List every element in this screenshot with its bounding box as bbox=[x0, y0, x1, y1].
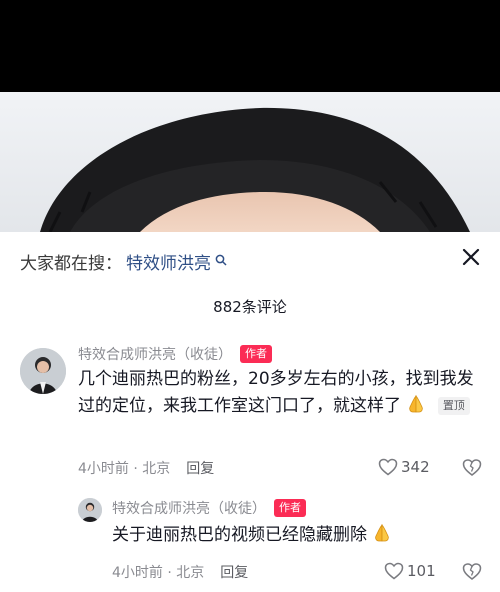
broken-heart-icon[interactable] bbox=[462, 562, 482, 582]
like-button[interactable]: 101 bbox=[384, 562, 436, 580]
like-count: 342 bbox=[401, 458, 430, 476]
video-player[interactable] bbox=[0, 0, 500, 232]
comment-item: 特效合成师洪亮（收徒） 作者 几个迪丽热巴的粉丝，20多岁左右的小孩，找到我发过… bbox=[0, 344, 500, 484]
comment-time-location: 4小时前 · 北京 bbox=[112, 565, 205, 581]
comment-username[interactable]: 特效合成师洪亮（收徒） bbox=[78, 344, 232, 364]
avatar[interactable] bbox=[78, 498, 102, 522]
comments-sheet: 大家都在搜： 特效师洪亮 882条评论 特效合成师洪亮（收徒） 作者 几个迪丽热… bbox=[0, 232, 500, 592]
comment-body: 关于迪丽热巴的视频已经隐藏删除 bbox=[112, 525, 367, 545]
comment-reply-item: 特效合成师洪亮（收徒） 作者 关于迪丽热巴的视频已经隐藏删除 4小时前 · 北京… bbox=[0, 496, 500, 586]
pinned-badge: 置顶 bbox=[437, 397, 470, 415]
search-icon bbox=[215, 251, 227, 266]
comment-count: 882条评论 bbox=[213, 298, 287, 316]
username-row: 特效合成师洪亮（收徒） 作者 bbox=[78, 344, 272, 364]
comment-text: 几个迪丽热巴的粉丝，20多岁左右的小孩，找到我发过的定位，来我工作室这门口了，就… bbox=[78, 366, 480, 420]
reply-button[interactable]: 回复 bbox=[220, 562, 248, 582]
like-count: 101 bbox=[407, 562, 436, 580]
author-badge: 作者 bbox=[274, 499, 306, 517]
folded-hands-emoji-icon bbox=[372, 523, 392, 543]
comment-text: 关于迪丽热巴的视频已经隐藏删除 bbox=[112, 522, 482, 549]
comment-time-location: 4小时前 · 北京 bbox=[78, 461, 171, 477]
folded-hands-emoji-icon bbox=[406, 394, 426, 414]
comment-meta: 4小时前 · 北京 回复 bbox=[78, 458, 214, 478]
broken-heart-icon[interactable] bbox=[462, 458, 482, 478]
comment-meta: 4小时前 · 北京 回复 bbox=[112, 562, 248, 582]
hair-image bbox=[0, 92, 500, 232]
search-term-link[interactable]: 特效师洪亮 bbox=[126, 249, 211, 274]
username-row: 特效合成师洪亮（收徒） 作者 bbox=[112, 498, 306, 518]
avatar[interactable] bbox=[20, 348, 66, 394]
close-icon[interactable] bbox=[460, 246, 482, 268]
like-button[interactable]: 342 bbox=[378, 458, 430, 476]
heart-icon bbox=[378, 458, 398, 476]
video-frame bbox=[0, 92, 500, 232]
author-badge: 作者 bbox=[240, 345, 272, 363]
reply-button[interactable]: 回复 bbox=[186, 458, 214, 478]
comment-username[interactable]: 特效合成师洪亮（收徒） bbox=[112, 498, 266, 518]
search-prefix: 大家都在搜： bbox=[20, 253, 122, 274]
search-suggestion[interactable]: 大家都在搜： 特效师洪亮 bbox=[20, 246, 227, 276]
heart-icon bbox=[384, 562, 404, 580]
